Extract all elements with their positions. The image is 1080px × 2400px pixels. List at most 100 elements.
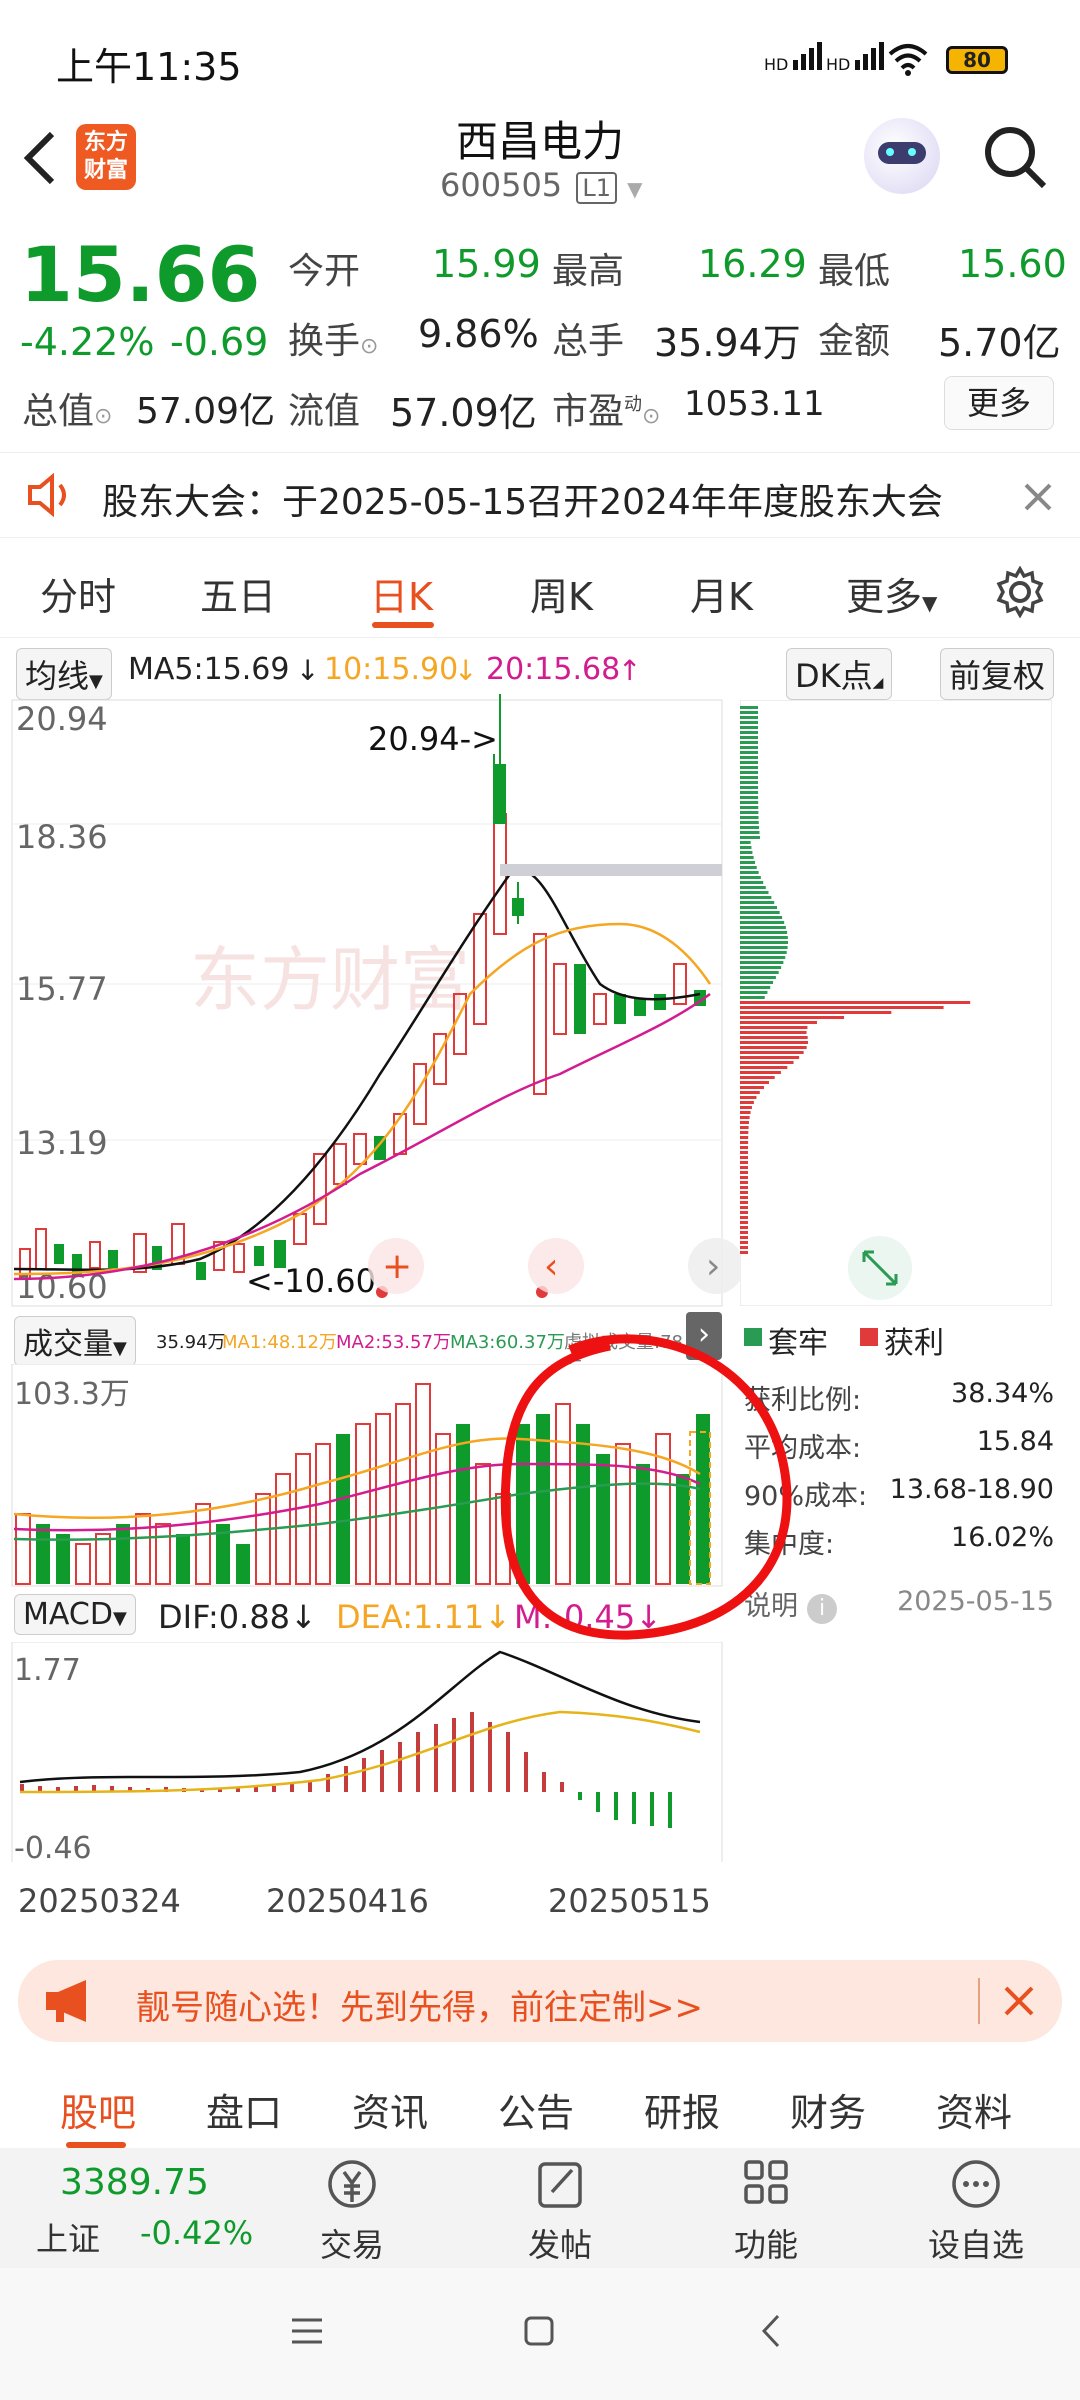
chip-bar — [740, 726, 759, 729]
info-icon: ⊙ — [360, 334, 379, 359]
macd-bar — [542, 1772, 546, 1792]
chip-bar — [740, 1071, 781, 1074]
post-button[interactable]: 发帖 — [500, 2156, 620, 2266]
chip-bar — [740, 1176, 749, 1179]
tab-orderbook[interactable]: 盘口 — [206, 2082, 282, 2137]
close-icon[interactable] — [1022, 481, 1054, 513]
macd-bar — [506, 1732, 510, 1792]
chip-bar — [740, 781, 759, 784]
functions-button[interactable]: 功能 — [706, 2156, 826, 2266]
chip-bar — [740, 1126, 749, 1129]
ma-select[interactable]: 均线▼ — [16, 648, 112, 700]
open-label: 今开 — [288, 251, 361, 292]
candle — [54, 1244, 64, 1264]
add-watchlist-button[interactable]: 设自选 — [916, 2156, 1036, 2266]
volume-bar — [56, 1534, 70, 1584]
back-icon[interactable] — [756, 2312, 786, 2350]
candle — [196, 1262, 206, 1280]
tab-more[interactable]: 更多▼ — [846, 566, 937, 621]
menu-icon[interactable] — [290, 2316, 324, 2346]
stock-code-row[interactable]: 600505 L1 ▼ — [440, 166, 643, 204]
volume-bar — [116, 1524, 130, 1584]
index-value[interactable]: 3389.75 — [60, 2162, 209, 2203]
chip-bar — [740, 871, 759, 874]
chip-bar — [740, 836, 760, 839]
tab-monthly-k[interactable]: 月K — [690, 566, 753, 621]
tab-forum[interactable]: 股吧 — [60, 2082, 136, 2137]
candle — [512, 898, 524, 916]
home-icon[interactable] — [522, 2314, 556, 2348]
settings-gear-icon[interactable] — [994, 566, 1046, 618]
volume-bar — [236, 1544, 250, 1584]
tab-research[interactable]: 研报 — [644, 2082, 720, 2137]
status-bar: 上午11:35 HD HD 80 — [0, 0, 1080, 110]
macd-bottom-label: -0.46 — [14, 1831, 92, 1862]
chip-bar — [740, 821, 759, 824]
macd-bar — [470, 1712, 474, 1792]
notice-text: 股东大会：于2025-05-15召开2024年年度股东大会 — [102, 482, 943, 523]
volume-ma1: MA1:48.12万 — [222, 1332, 337, 1353]
macd-bar — [326, 1774, 330, 1792]
chip-bar — [740, 841, 751, 844]
active-tab-indicator — [372, 622, 434, 628]
tab-news[interactable]: 资讯 — [352, 2082, 428, 2137]
promo-banner[interactable]: 靓号随心选！先到先得，前往定制>> — [18, 1960, 1062, 2042]
chart-toolbar: 均线▼ MA5:15.69 ↓ 10:15.90 ↓ 20:15.68 ↑ DK… — [0, 644, 1080, 700]
chip-bar — [740, 1166, 749, 1169]
chip-bar — [740, 1181, 749, 1184]
chip-bar — [740, 961, 784, 964]
chip-bar — [740, 1136, 749, 1139]
stock-code: 600505 — [440, 166, 563, 204]
notice-bar[interactable]: 股东大会：于2025-05-15召开2024年年度股东大会 — [0, 452, 1080, 538]
volume-select[interactable]: 成交量▼ — [14, 1316, 136, 1366]
x-date-1: 20250324 — [18, 1882, 181, 1920]
macd-select[interactable]: MACD▼ — [14, 1594, 136, 1635]
high-value: 16.29 — [698, 242, 807, 286]
robot-assistant-icon[interactable] — [864, 118, 940, 194]
tab-finance[interactable]: 财务 — [790, 2082, 866, 2137]
tab-profile[interactable]: 资料 — [936, 2082, 1012, 2137]
chip-bar — [740, 716, 759, 719]
chip-bar — [740, 766, 759, 769]
content-tabs: 股吧 盘口 资讯 公告 研报 财务 资料 — [0, 2060, 1080, 2148]
chip-bar — [740, 876, 761, 879]
chip-bar — [740, 911, 780, 914]
banner-text: 靓号随心选！先到先得，前往定制>> — [136, 1988, 703, 2028]
watchlist-label: 设自选 — [927, 2226, 1024, 2264]
tab-daily-k[interactable]: 日K — [370, 566, 433, 621]
signal-icon: HD — [764, 40, 827, 74]
search-icon[interactable] — [980, 122, 1050, 192]
chip-bar — [740, 1011, 892, 1014]
info-icon[interactable]: i — [807, 1594, 838, 1624]
volume-label: 总手 — [552, 321, 625, 362]
chip-bar — [740, 1081, 769, 1084]
tab-announcements[interactable]: 公告 — [498, 2082, 574, 2137]
net-label-1: HD — [764, 55, 789, 74]
chip-bar — [740, 966, 782, 969]
adjust-toggle[interactable]: 前复权 — [940, 648, 1055, 700]
macd-bar — [452, 1718, 456, 1792]
chip-bar — [740, 981, 774, 984]
chip-distribution-chart — [740, 700, 1052, 1306]
chip-bar — [740, 1236, 748, 1239]
megaphone-icon — [46, 1980, 86, 2022]
index-change: -0.42% — [140, 2214, 254, 2252]
chip-bar — [740, 751, 759, 754]
macd-bar — [398, 1742, 402, 1792]
close-icon[interactable] — [1002, 1984, 1036, 2018]
y-label-3: 15.77 — [16, 970, 108, 1008]
trade-button[interactable]: 交易 — [292, 2156, 412, 2266]
chip-bar — [740, 991, 768, 994]
tab-weekly-k[interactable]: 周K — [530, 566, 593, 621]
chip-bar — [740, 1161, 749, 1164]
chip-bar — [740, 731, 759, 734]
chip-bar — [740, 1131, 749, 1134]
chip-bar — [740, 891, 769, 894]
chip-bar — [740, 1241, 748, 1244]
chip-bar — [740, 1091, 760, 1094]
macd-bar — [614, 1792, 618, 1820]
tab-minute[interactable]: 分时 — [40, 566, 116, 621]
dk-point-toggle[interactable]: DK点◢ — [786, 648, 893, 700]
tab-five-day[interactable]: 五日 — [200, 566, 276, 621]
more-button[interactable]: 更多 — [944, 376, 1054, 430]
